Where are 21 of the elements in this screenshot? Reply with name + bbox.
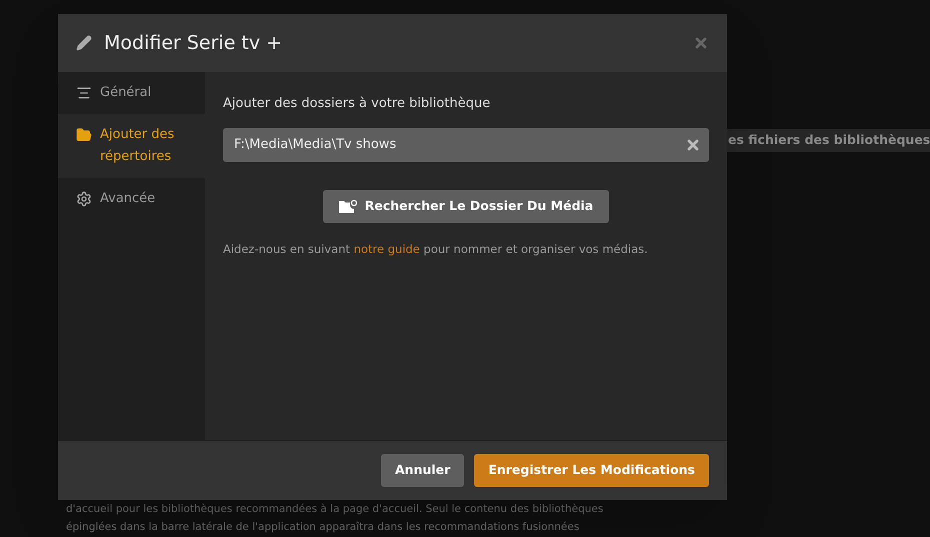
clear-button[interactable] — [685, 136, 701, 152]
guide-link[interactable]: notre guide — [354, 242, 420, 256]
library-heading: es fichiers des bibliothèques — [727, 129, 930, 152]
help-text: Aidez-nous en suivant notre guide pour nommer et organiser vos médias. — [223, 240, 649, 258]
dialog-title: Modifier Serie tv + — [104, 30, 282, 56]
sidebar-item[interactable]: Ajouter des répertoires — [58, 114, 205, 178]
background-text: d'accueil pour les bibliothèques recommandées à la page d'accueil. Seul le contenu des bibliothèques — [66, 502, 604, 517]
pencil-icon — [76, 35, 92, 51]
gear-icon — [76, 191, 92, 207]
sidebar-item[interactable]: Général — [58, 72, 205, 114]
save-button[interactable]: Enregistrer Les Modifications — [474, 454, 709, 487]
close-button[interactable] — [693, 35, 709, 51]
browse-button[interactable]: Rechercher Le Dossier Du Média — [322, 190, 610, 222]
folder-add-icon — [338, 199, 357, 213]
background-text: épinglées dans la barre latérale de l'application apparaîtra dans les recommandations fusionnées — [66, 520, 580, 535]
lines-icon — [76, 85, 92, 101]
cancel-button[interactable]: Annuler — [381, 454, 464, 487]
folder-path-field[interactable]: F:\Media\Media\Tv shows — [223, 128, 709, 162]
folder-icon — [76, 127, 92, 143]
section-label: Ajouter des dossiers à votre bibliothèque — [223, 95, 492, 113]
sidebar-item[interactable]: Avancée — [58, 178, 205, 220]
